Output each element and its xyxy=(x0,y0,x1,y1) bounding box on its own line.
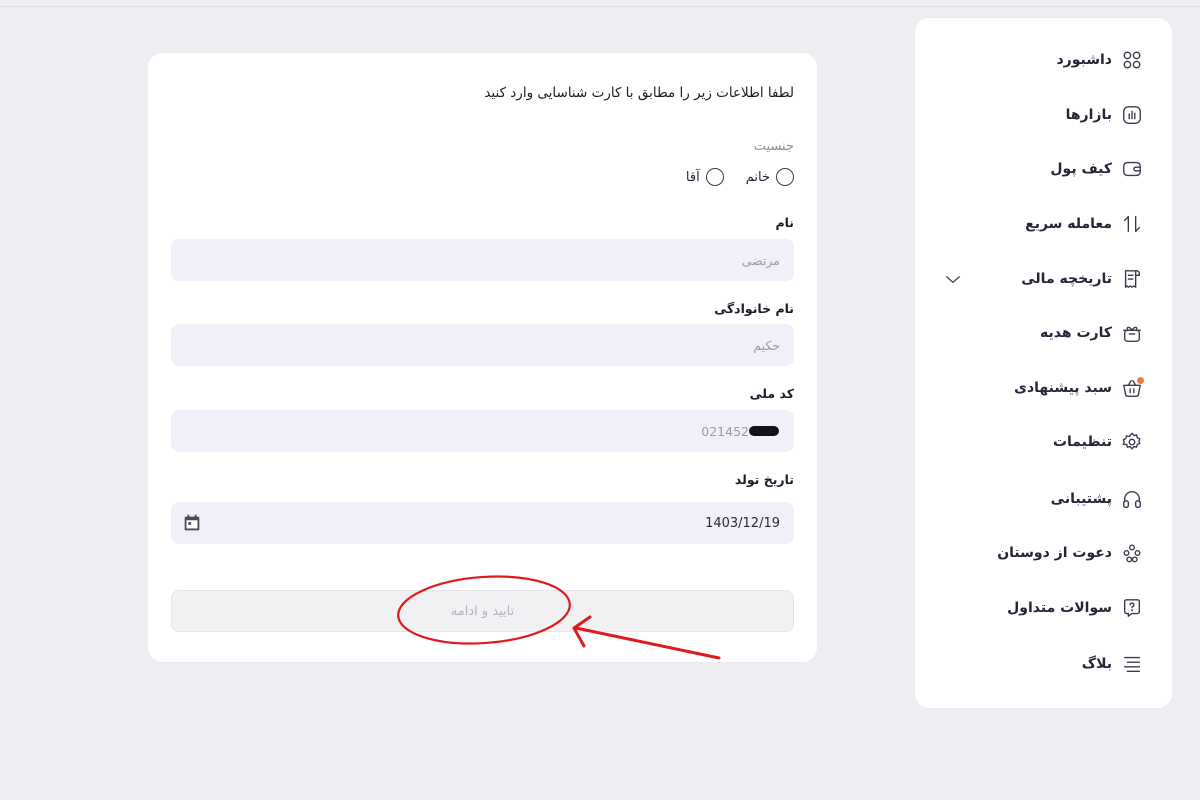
sidebar-item-quick-trade[interactable]: معامله سریع xyxy=(915,204,1172,244)
birth-date-value: 1403/12/19 xyxy=(705,515,780,531)
sidebar: داشبورد بازارها کیف پول معامله سریع تاری… xyxy=(915,18,1172,708)
sidebar-item-markets[interactable]: بازارها xyxy=(915,95,1172,135)
sidebar-item-settings[interactable]: تنظیمات xyxy=(915,422,1172,462)
sidebar-item-label: دعوت از دوستان xyxy=(997,545,1112,561)
last-name-label: نام خانوادگی xyxy=(714,301,794,316)
sidebar-item-label: بلاگ xyxy=(1081,656,1112,672)
first-name-placeholder: مرتضی xyxy=(741,252,780,268)
sidebar-item-support[interactable]: پشتیبانی xyxy=(915,479,1172,519)
sidebar-item-blog[interactable]: بلاگ xyxy=(915,644,1172,684)
sidebar-item-label: پشتیبانی xyxy=(1050,491,1112,507)
sidebar-item-label: سوالات متداول xyxy=(1007,600,1112,616)
question-icon xyxy=(1120,596,1144,620)
radio-female-label[interactable]: خانم xyxy=(746,170,770,185)
sidebar-item-label: کیف پول xyxy=(1050,161,1112,177)
sidebar-item-invite-friends[interactable]: دعوت از دوستان xyxy=(915,533,1172,573)
national-code-label: کد ملی xyxy=(749,386,794,401)
sidebar-item-label: داشبورد xyxy=(1056,52,1113,68)
first-name-field[interactable]: مرتضی xyxy=(171,239,794,281)
top-divider xyxy=(0,6,1200,7)
identity-form-card: لطفا اطلاعات زیر را مطابق با کارت شناسای… xyxy=(148,53,817,662)
last-name-field[interactable]: حکیم xyxy=(171,324,794,366)
sidebar-item-wallet[interactable]: کیف پول xyxy=(915,149,1172,189)
radio-male-label[interactable]: آقا xyxy=(686,170,700,185)
birth-date-field[interactable]: 1403/12/19 xyxy=(171,502,794,544)
national-code-value: 021452 xyxy=(701,423,749,439)
receipt-icon xyxy=(1120,267,1144,291)
birth-date-label: تاریخ تولد xyxy=(734,472,794,487)
gender-label: جنسیت xyxy=(753,139,794,154)
swap-icon xyxy=(1120,212,1144,236)
menu-lines-icon xyxy=(1120,652,1144,676)
calendar-icon[interactable] xyxy=(181,512,203,534)
sidebar-item-label: سبد پیشنهادی xyxy=(1014,380,1112,396)
chevron-down-icon[interactable] xyxy=(943,269,963,289)
sidebar-item-label: بازارها xyxy=(1065,107,1112,123)
gender-radio-group: خانم آقا xyxy=(670,168,794,186)
basket-icon xyxy=(1120,376,1144,400)
gear-icon xyxy=(1120,430,1144,454)
sidebar-item-financial-history[interactable]: تاریخچه مالی xyxy=(915,259,1172,299)
first-name-label: نام xyxy=(775,215,794,230)
sidebar-item-label: تاریخچه مالی xyxy=(1021,271,1112,287)
headset-icon xyxy=(1120,487,1144,511)
national-code-field[interactable]: 021452 xyxy=(171,410,794,452)
national-code-value-wrap: 021452 xyxy=(701,424,780,439)
radio-female[interactable] xyxy=(776,168,794,186)
submit-button[interactable]: تایید و ادامه xyxy=(171,590,794,632)
sidebar-item-dashboard[interactable]: داشبورد xyxy=(915,40,1172,80)
form-intro-text: لطفا اطلاعات زیر را مطابق با کارت شناسای… xyxy=(484,85,794,101)
submit-button-label: تایید و ادامه xyxy=(450,603,515,619)
dashboard-icon xyxy=(1120,48,1144,72)
sidebar-item-label: کارت هدیه xyxy=(1040,325,1112,341)
sidebar-item-suggested-basket[interactable]: سبد پیشنهادی xyxy=(915,368,1172,408)
last-name-placeholder: حکیم xyxy=(753,337,780,353)
users-icon xyxy=(1120,541,1144,565)
gift-icon xyxy=(1120,321,1144,345)
sidebar-item-faq[interactable]: سوالات متداول xyxy=(915,588,1172,628)
wallet-icon xyxy=(1120,157,1144,181)
sidebar-item-label: معامله سریع xyxy=(1025,216,1112,232)
sidebar-item-gift-card[interactable]: کارت هدیه xyxy=(915,313,1172,353)
sidebar-item-label: تنظیمات xyxy=(1052,434,1112,450)
redaction-mask xyxy=(749,426,779,436)
radio-male[interactable] xyxy=(705,168,724,186)
markets-icon xyxy=(1120,103,1144,127)
notification-dot xyxy=(1137,377,1144,384)
